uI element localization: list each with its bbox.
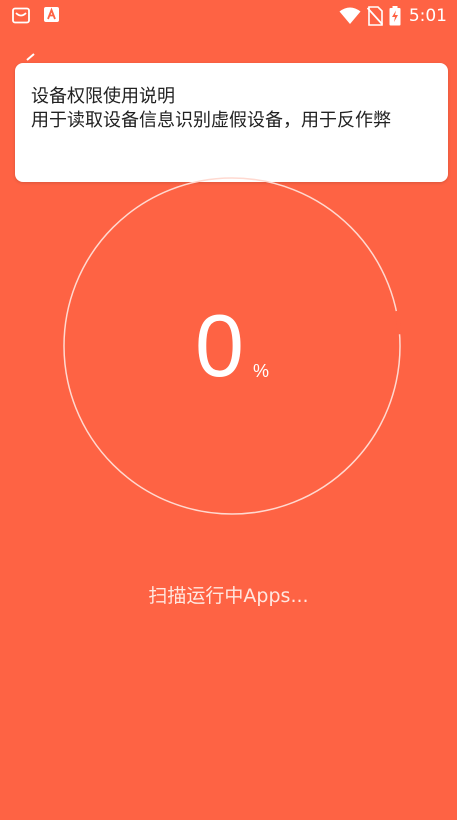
wifi-icon <box>339 7 361 24</box>
progress-percent-value: 0 <box>195 296 244 395</box>
no-sim-icon <box>366 6 383 26</box>
scan-screen: 5:01 设备权限使用说明 用于读取设备信息识别虚假设备，用于反作弊 0 % 扫… <box>0 0 457 820</box>
permission-dialog: 设备权限使用说明 用于读取设备信息识别虚假设备，用于反作弊 <box>15 63 448 182</box>
progress-percent-unit: % <box>253 361 270 381</box>
permission-dialog-title: 设备权限使用说明 <box>31 86 175 107</box>
app-a-icon <box>44 7 59 22</box>
status-bar: 5:01 <box>0 0 457 32</box>
notification-icon <box>12 7 30 24</box>
status-time: 5:01 <box>408 6 447 26</box>
status-right-cluster: 5:01 <box>339 4 447 28</box>
scan-status-text: 扫描运行中Apps... <box>148 585 309 607</box>
permission-dialog-body: 用于读取设备信息识别虚假设备，用于反作弊 <box>31 110 391 131</box>
progress-ring-gap <box>394 310 402 335</box>
battery-charging-icon <box>389 6 401 26</box>
